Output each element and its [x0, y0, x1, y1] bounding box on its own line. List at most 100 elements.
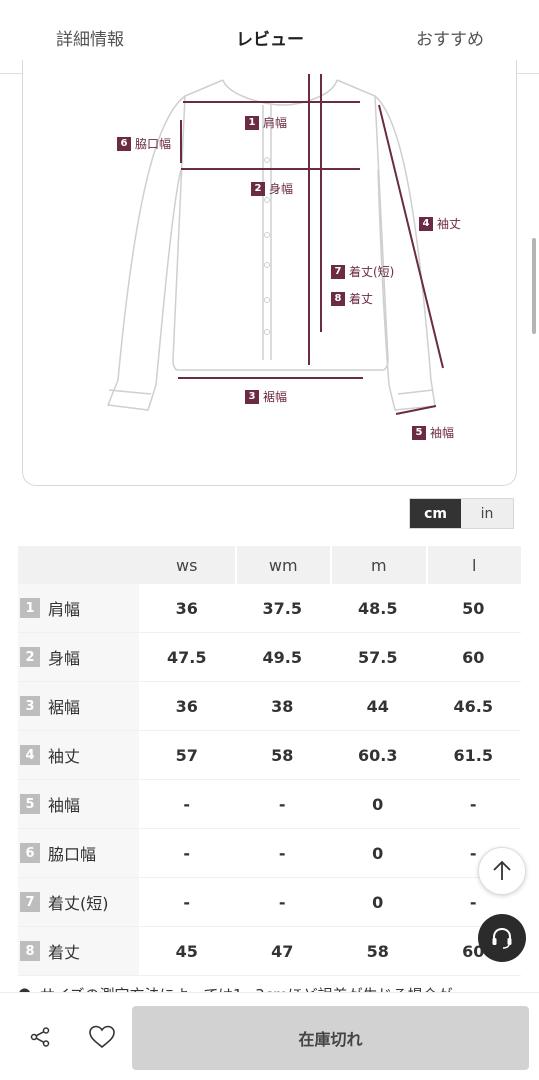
diagram-label-2-text: 身幅: [269, 182, 294, 196]
unit-toggle: cm in: [409, 498, 514, 529]
diagram-label-7-text: 着丈(短): [349, 265, 395, 279]
diagram-label-1: 1 肩幅: [245, 114, 287, 131]
share-icon: [30, 1027, 50, 1047]
table-cell: 60.3: [358, 745, 398, 765]
row-label-text: 身幅: [48, 649, 81, 668]
row-label-text: 肩幅: [48, 600, 81, 619]
column-header-m: m: [330, 546, 426, 584]
diagram-label-6-num: 6: [117, 136, 131, 151]
tab-recommend-label: おすすめ: [416, 29, 484, 50]
diagram-label-8: 8 着丈: [331, 290, 373, 307]
diagram-label-1-num: 1: [245, 115, 259, 130]
table-cell: -: [183, 892, 191, 912]
diagram-label-4: 4 袖丈: [419, 215, 461, 232]
row-number-badge: 5: [20, 794, 40, 814]
diagram-label-8-text: 着丈: [349, 292, 374, 306]
size-table-header: ws wm m l: [18, 546, 521, 584]
row-number-badge: 8: [20, 941, 40, 961]
arrow-up-icon: [493, 860, 511, 880]
support-chat-button[interactable]: [478, 914, 526, 962]
row-label-text: 脇口幅: [48, 845, 97, 864]
unit-cm-button[interactable]: cm: [410, 499, 462, 528]
row-label: 5 袖幅: [18, 780, 139, 828]
table-cell: 38: [271, 696, 294, 716]
table-cell: -: [278, 843, 286, 863]
table-cell: 58: [366, 941, 389, 961]
table-row: 8 着丈 45 47 58 60: [18, 927, 521, 976]
scrollbar-thumb[interactable]: [532, 238, 536, 334]
diagram-label-6: 6 脇口幅: [117, 135, 171, 152]
table-row: 3 裾幅 36 38 44 46.5: [18, 682, 521, 731]
row-number-badge: 7: [20, 892, 40, 912]
diagram-label-5-num: 5: [412, 425, 426, 440]
row-label-text: 着丈(短): [48, 894, 109, 913]
heart-icon: [89, 1025, 115, 1049]
table-cell: 58: [271, 745, 294, 765]
table-cell: 44: [366, 696, 389, 716]
row-label-text: 袖丈: [48, 747, 81, 766]
table-row: 7 着丈(短) - - 0 -: [18, 878, 521, 927]
unit-in-button[interactable]: in: [461, 499, 513, 528]
table-cell: 46.5: [453, 696, 493, 716]
table-cell: -: [278, 892, 286, 912]
table-cell: 47.5: [167, 647, 207, 667]
diagram-label-3-text: 裾幅: [263, 390, 288, 404]
share-button[interactable]: [24, 1021, 56, 1053]
row-number-badge: 6: [20, 843, 40, 863]
table-cell: 36: [175, 598, 198, 618]
row-label-text: 裾幅: [48, 698, 81, 717]
column-header-wm: wm: [234, 546, 331, 584]
diagram-label-4-text: 袖丈: [437, 217, 462, 231]
table-cell: 37.5: [262, 598, 302, 618]
table-row: 2 身幅 47.5 49.5 57.5 60: [18, 633, 521, 682]
sold-out-button[interactable]: 在庫切れ: [132, 1006, 529, 1070]
row-label: 8 着丈: [18, 927, 139, 975]
row-label-text: 袖幅: [48, 796, 81, 815]
table-cell: 60: [462, 647, 485, 667]
header-corner: [18, 546, 139, 584]
row-label: 7 着丈(短): [18, 878, 139, 926]
diagram-label-8-num: 8: [331, 291, 345, 306]
column-header-ws: ws: [176, 555, 198, 575]
diagram-label-5-text: 袖幅: [430, 426, 455, 440]
row-label: 3 裾幅: [18, 682, 139, 730]
tab-details-label: 詳細情報: [56, 29, 124, 50]
diagram-label-3-num: 3: [245, 389, 259, 404]
column-header-l: l: [425, 546, 522, 584]
table-cell: 45: [175, 941, 198, 961]
tab-reviews-label: レビュー: [236, 29, 304, 50]
table-cell: 57: [175, 745, 198, 765]
favorite-button[interactable]: [84, 1021, 120, 1053]
table-row: 4 袖丈 57 58 60.3 61.5: [18, 731, 521, 780]
table-cell: -: [183, 794, 191, 814]
diagram-label-2: 2 身幅: [251, 180, 293, 197]
measurement-diagram-card: 1 肩幅 2 身幅 3 裾幅 4 袖丈 5 袖幅 6 脇口幅 7 着丈(短) 8 着丈: [22, 60, 517, 486]
table-cell: 50: [462, 598, 485, 618]
row-number-badge: 2: [20, 647, 40, 667]
row-label: 6 脇口幅: [18, 829, 139, 877]
row-label: 2 身幅: [18, 633, 139, 681]
diagram-label-7: 7 着丈(短): [331, 263, 394, 280]
row-number-badge: 1: [20, 598, 40, 618]
table-cell: -: [183, 843, 191, 863]
table-cell: 0: [372, 843, 384, 863]
table-cell: 36: [175, 696, 198, 716]
table-cell: 47: [271, 941, 294, 961]
diagram-label-7-num: 7: [331, 264, 345, 279]
table-cell: 57.5: [358, 647, 398, 667]
row-number-badge: 3: [20, 696, 40, 716]
diagram-label-5: 5 袖幅: [412, 424, 454, 441]
diagram-label-2-num: 2: [251, 181, 265, 196]
table-row: 6 脇口幅 - - 0 -: [18, 829, 521, 878]
bottom-action-bar: 在庫切れ: [0, 992, 539, 1080]
table-cell: -: [278, 794, 286, 814]
table-cell: 48.5: [358, 598, 398, 618]
table-cell: -: [469, 794, 477, 814]
size-table: ws wm m l 1 肩幅 36 37.5 48.5 50 2 身幅 47.5 4…: [18, 546, 521, 976]
table-cell: 0: [372, 794, 384, 814]
table-row: 1 肩幅 36 37.5 48.5 50: [18, 584, 521, 633]
row-label-text: 着丈: [48, 943, 81, 962]
scroll-top-button[interactable]: [478, 847, 526, 895]
diagram-label-4-num: 4: [419, 216, 433, 231]
table-cell: 0: [372, 892, 384, 912]
